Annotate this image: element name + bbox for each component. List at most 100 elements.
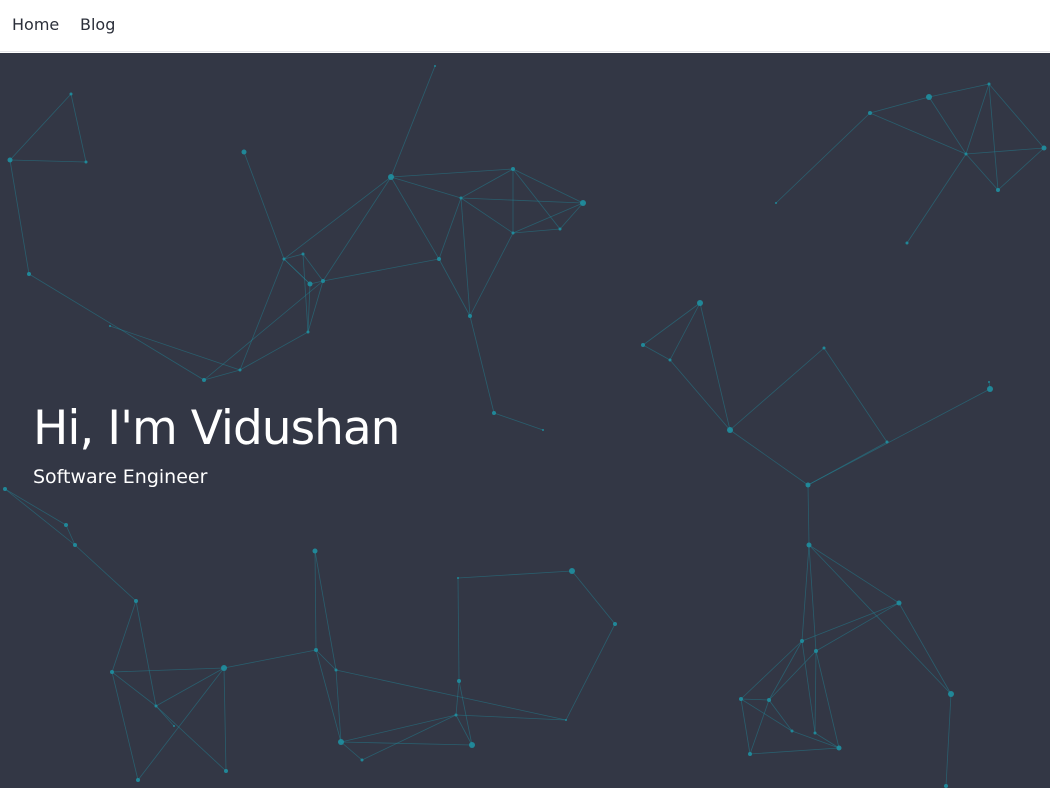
network-link (74, 544, 137, 602)
network-node (944, 784, 948, 788)
network-node (134, 599, 138, 603)
network-node (511, 231, 515, 235)
network-link (438, 258, 471, 317)
network-link (457, 570, 573, 579)
network-link (997, 147, 1045, 191)
network-link (807, 388, 991, 486)
network-link (111, 671, 139, 781)
network-link (135, 600, 157, 707)
network-link (340, 741, 473, 746)
network-node (64, 523, 68, 527)
network-link (642, 344, 671, 361)
network-link (4, 488, 76, 546)
hero-title: Hi, I'm Vidushan (33, 401, 400, 456)
network-node (73, 543, 77, 547)
network-node (301, 252, 305, 256)
network-link (457, 577, 460, 682)
network-link (111, 600, 137, 673)
network-link (223, 649, 317, 669)
network-link (307, 280, 324, 333)
nav-link-blog[interactable]: Blog (80, 15, 115, 35)
network-node (748, 752, 752, 756)
network-link (460, 197, 514, 234)
network-node (469, 742, 475, 748)
network-link (460, 168, 514, 199)
network-link (155, 705, 175, 727)
network-link (361, 714, 457, 761)
network-link (28, 273, 205, 381)
network-node (565, 719, 567, 721)
network-link (699, 302, 731, 431)
network-link (137, 667, 225, 781)
network-node (805, 482, 811, 488)
network-link (740, 698, 770, 701)
network-link (9, 159, 87, 163)
network-node (727, 427, 733, 433)
network-node (69, 92, 73, 96)
network-node (836, 745, 842, 751)
network-node (641, 343, 645, 347)
nav-link-home[interactable]: Home (12, 15, 59, 35)
network-node (334, 668, 338, 672)
network-link (669, 359, 731, 431)
network-link (111, 667, 225, 673)
network-link (314, 550, 317, 651)
network-node (238, 368, 242, 372)
network-link (302, 253, 309, 333)
network-link (70, 93, 87, 163)
network-link (4, 488, 67, 526)
network-node (668, 358, 672, 362)
network-node (964, 152, 968, 156)
network-node (388, 174, 394, 180)
network-link (906, 153, 967, 244)
network-node (767, 698, 771, 702)
network-link (315, 649, 342, 743)
network-node (987, 82, 991, 86)
network-node (948, 691, 954, 697)
network-link (302, 253, 324, 282)
network-link (322, 176, 392, 282)
network-node (457, 679, 461, 683)
network-node (987, 386, 993, 392)
network-link (243, 151, 285, 260)
network-link (469, 315, 495, 414)
network-node (800, 639, 804, 643)
network-node (468, 314, 472, 318)
network-node (996, 188, 1000, 192)
network-link (283, 258, 311, 285)
network-node (3, 487, 7, 491)
network-node (896, 600, 902, 606)
network-node (84, 160, 88, 164)
network-node (434, 65, 436, 67)
hero-section: Hi, I'm Vidushan Software Engineer (0, 53, 1050, 788)
network-node (224, 769, 228, 773)
network-link (460, 197, 584, 204)
network-link (740, 640, 803, 700)
network-link (928, 83, 990, 98)
hero-subtitle: Software Engineer (33, 466, 208, 488)
network-link (823, 347, 888, 443)
network-node (569, 568, 575, 574)
network-node (580, 200, 586, 206)
network-link (109, 325, 241, 371)
network-link (898, 602, 952, 695)
top-navbar: Home Blog (0, 0, 1050, 52)
network-node (988, 381, 990, 383)
network-link (988, 83, 999, 191)
network-node (511, 167, 515, 171)
network-node (822, 346, 826, 350)
network-link (438, 197, 462, 260)
network-node (492, 411, 496, 415)
network-link (815, 650, 840, 749)
network-link (775, 112, 871, 204)
network-node (307, 281, 313, 287)
network-link (729, 347, 825, 431)
network-link (988, 83, 1045, 149)
network-node (437, 257, 441, 261)
network-node (360, 758, 364, 762)
network-link (493, 412, 544, 431)
network-node (221, 665, 227, 671)
network-link (155, 667, 225, 707)
network-link (965, 147, 1045, 155)
network-link (808, 544, 900, 604)
